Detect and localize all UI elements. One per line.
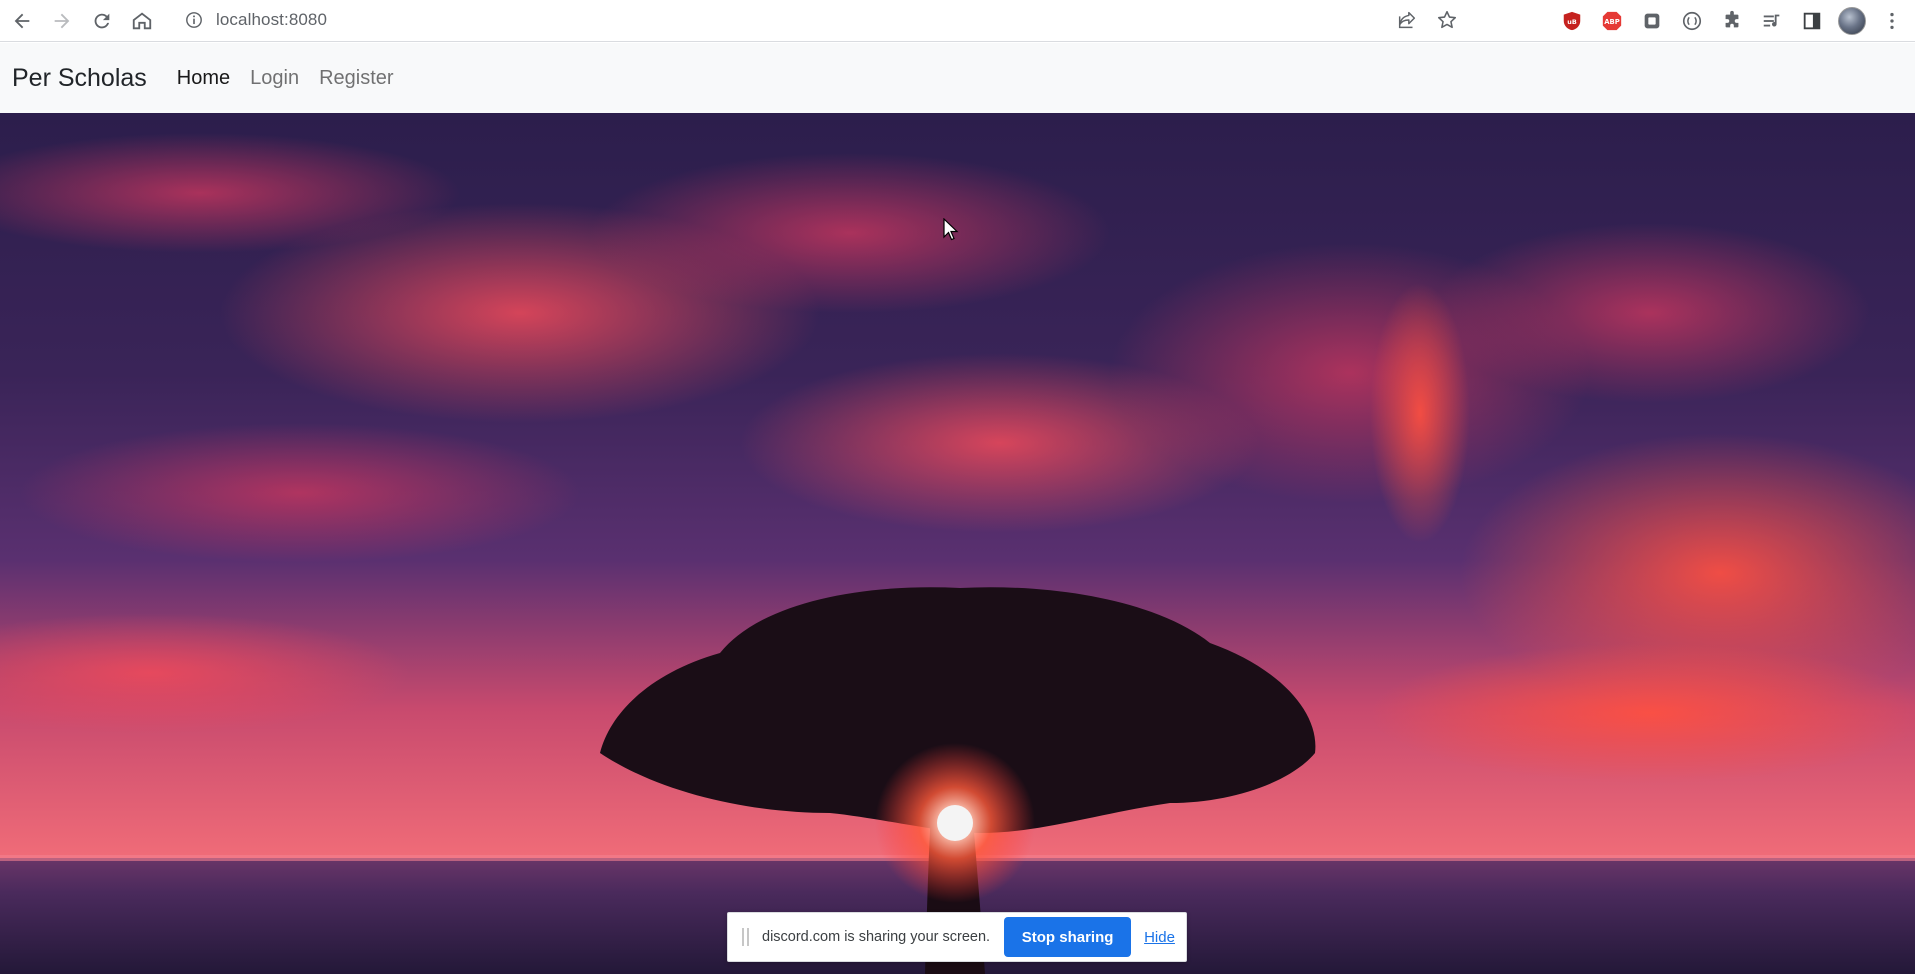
extension-button[interactable] (1677, 6, 1707, 36)
nav-link-login[interactable]: Login (240, 67, 309, 90)
stop-sharing-button[interactable]: Stop sharing (1004, 917, 1132, 957)
site-navbar: Per Scholas Home Login Register (0, 43, 1915, 113)
brand-link[interactable]: Per Scholas (12, 64, 147, 93)
side-panel-button[interactable] (1797, 6, 1827, 36)
extension-icon (1682, 11, 1702, 31)
url-text[interactable]: localhost:8080 (216, 10, 327, 30)
svg-text:ABP: ABP (1604, 18, 1620, 26)
extensions-bar: uB ABP (1557, 0, 1907, 42)
profile-button[interactable] (1837, 6, 1867, 36)
home-button[interactable] (122, 1, 162, 41)
reload-button[interactable] (82, 1, 122, 41)
extension-icon (1644, 13, 1660, 29)
browser-toolbar: localhost:8080 uB ABP (0, 0, 1915, 42)
drag-handle-icon[interactable] (738, 928, 752, 946)
hero-image (0, 113, 1915, 974)
adblock-plus-icon: ABP (1602, 11, 1622, 31)
side-panel-icon (1803, 12, 1821, 30)
forward-icon (54, 13, 70, 28)
forward-button[interactable] (42, 1, 82, 41)
extensions-menu-button[interactable] (1717, 6, 1747, 36)
share-message: discord.com is sharing your screen. (762, 929, 991, 945)
puzzle-icon (1725, 10, 1739, 28)
ublock-icon: uB (1563, 11, 1581, 31)
svg-text:uB: uB (1567, 18, 1577, 26)
back-button[interactable] (2, 1, 42, 41)
bookmark-star-icon[interactable] (1436, 9, 1458, 31)
more-menu-icon (1890, 12, 1894, 30)
nav-link-home[interactable]: Home (167, 67, 240, 90)
screen-share-banner: discord.com is sharing your screen. Stop… (727, 912, 1187, 962)
mouse-cursor (943, 218, 959, 241)
info-icon[interactable] (184, 10, 204, 30)
ublock-extension[interactable]: uB (1557, 6, 1587, 36)
home-icon (132, 12, 152, 29)
reload-icon (94, 13, 110, 28)
back-icon (14, 13, 30, 28)
nav-link-register[interactable]: Register (309, 67, 403, 90)
share-icon[interactable] (1396, 9, 1418, 31)
address-bar[interactable]: localhost:8080 (178, 4, 1468, 36)
more-menu-button[interactable] (1877, 6, 1907, 36)
adblock-plus-extension[interactable]: ABP (1597, 6, 1627, 36)
media-control-icon (1763, 14, 1780, 27)
media-control-button[interactable] (1757, 6, 1787, 36)
hide-link[interactable]: Hide (1144, 929, 1175, 946)
nav-links: Home Login Register (167, 67, 404, 90)
profile-avatar (1838, 7, 1866, 35)
extension-button[interactable] (1637, 6, 1667, 36)
